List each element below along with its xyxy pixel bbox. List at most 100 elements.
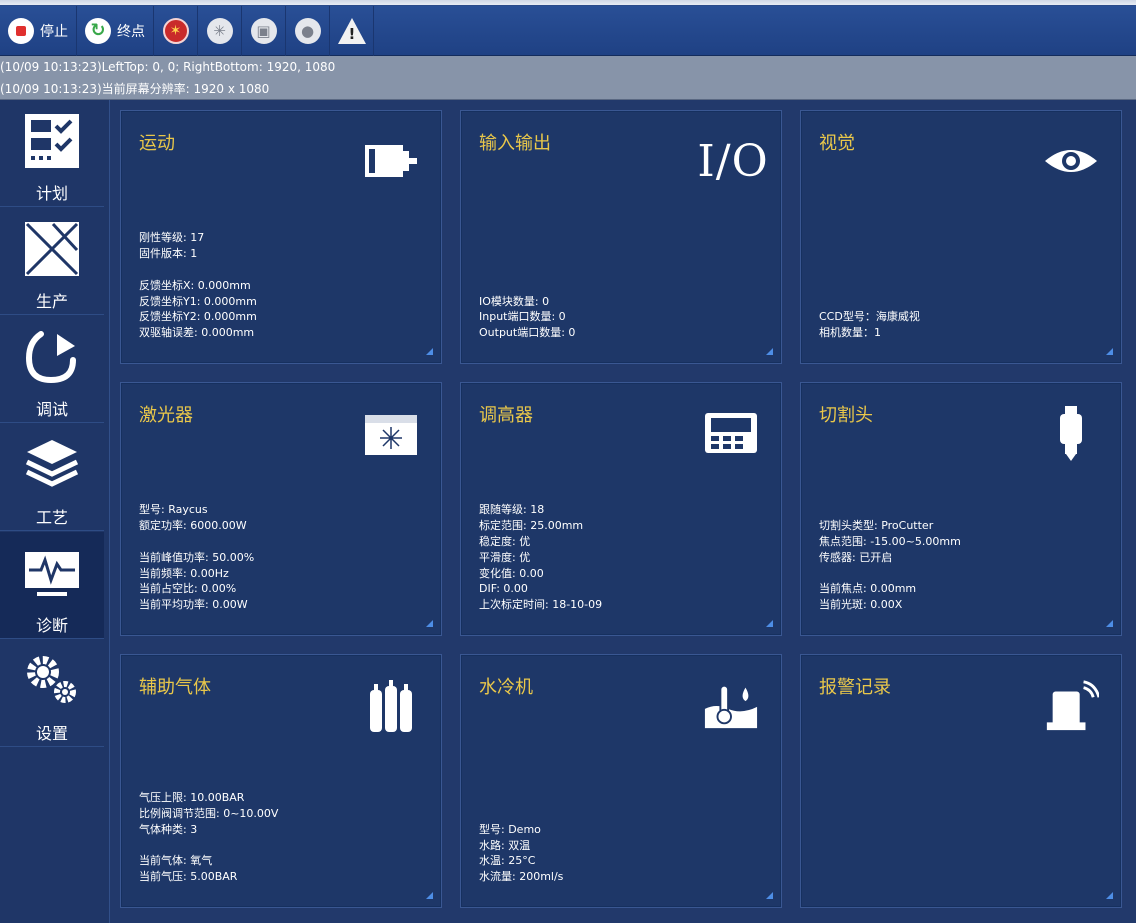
card-info: IO模块数量: 0 Input端口数量: 0 Output端口数量: 0 bbox=[479, 294, 575, 341]
info-line: 额定功率: 6000.00W bbox=[139, 519, 247, 533]
resize-corner-icon bbox=[766, 620, 773, 627]
info-line: 稳定度: 优 bbox=[479, 535, 531, 549]
info-line: 双驱轴误差: 0.000mm bbox=[139, 326, 255, 340]
info-line: 水路: 双温 bbox=[479, 838, 531, 852]
card-vision[interactable]: 视觉 CCD型号：海康威视 相机数量：1 bbox=[800, 110, 1122, 364]
gas-cylinders-icon bbox=[363, 677, 419, 733]
follow-icon: ● bbox=[294, 17, 321, 44]
info-line: Output端口数量: 0 bbox=[479, 326, 576, 340]
debug-arrow-icon bbox=[23, 328, 81, 386]
info-line: 水流量: 200ml/s bbox=[479, 870, 564, 884]
info-line: 传感器: 已开启 bbox=[819, 550, 893, 564]
laser-light-icon: ✳ bbox=[206, 17, 233, 44]
info-line: 气体种类: 3 bbox=[139, 822, 198, 836]
settings-gears-icon bbox=[23, 652, 81, 710]
info-line: DIF: 0.00 bbox=[479, 582, 528, 596]
log-panel: (10/09 10:13:23)LeftTop: 0, 0; RightBott… bbox=[0, 56, 1136, 100]
card-io[interactable]: 输入输出 I/O IO模块数量: 0 Input端口数量: 0 Output端口数量… bbox=[460, 110, 782, 364]
stop-icon bbox=[8, 17, 34, 44]
alarm-button[interactable]: ! bbox=[330, 5, 374, 56]
card-title: 调高器 bbox=[479, 405, 533, 426]
info-line: CCD型号：海康威视 bbox=[819, 310, 920, 324]
sidebar-item-diagnosis[interactable]: 诊断 bbox=[0, 532, 104, 639]
laser-source-icon bbox=[363, 405, 419, 461]
end-label: 终点 bbox=[117, 23, 145, 40]
sidebar-item-process[interactable]: 工艺 bbox=[0, 424, 104, 531]
info-line: 当前频率: 0.00Hz bbox=[139, 566, 229, 580]
sidebar-item-production[interactable]: 生产 bbox=[0, 208, 104, 315]
sidebar-item-debug[interactable]: 调试 bbox=[0, 316, 104, 423]
resize-corner-icon bbox=[766, 348, 773, 355]
gas-button[interactable]: ▣ bbox=[242, 5, 286, 56]
info-line: 反馈坐标Y1: 0.000mm bbox=[139, 294, 257, 308]
card-title: 输入输出 bbox=[479, 133, 551, 154]
info-line: 上次标定时间: 18-10-09 bbox=[479, 598, 603, 612]
sidebar-item-label: 工艺 bbox=[35, 508, 68, 527]
sidebar-item-label: 设置 bbox=[35, 724, 68, 743]
card-title: 运动 bbox=[139, 133, 175, 154]
card-info: 型号: Raycus 额定功率: 6000.00W 当前峰值功率: 50.00% 当前… bbox=[139, 502, 254, 613]
controller-panel-icon bbox=[703, 405, 759, 461]
sidebar-item-plan[interactable]: 计划 bbox=[0, 100, 104, 207]
sidebar-item-label: 诊断 bbox=[35, 616, 68, 635]
card-alarm-log[interactable]: 报警记录 bbox=[800, 654, 1122, 908]
info-line: 刚性等级: 17 bbox=[139, 231, 205, 245]
card-cutting-head[interactable]: 切割头 切割头类型: ProCutter 焦点范围: -15.00~5.00mm 传… bbox=[800, 382, 1122, 636]
laser-light-button[interactable]: ✳ bbox=[198, 5, 242, 56]
info-line: 平滑度: 优 bbox=[479, 550, 531, 564]
end-button[interactable]: ↻ 终点 bbox=[77, 5, 154, 56]
card-title: 激光器 bbox=[139, 405, 193, 426]
water-chiller-icon bbox=[703, 677, 759, 733]
resize-corner-icon bbox=[1106, 348, 1113, 355]
info-line: 气压上限: 10.00BAR bbox=[139, 791, 245, 805]
card-assist-gas[interactable]: 辅助气体 气压上限: 10.00BAR 比例阀调节范围: 0~10.00V 气体种类… bbox=[120, 654, 442, 908]
card-title: 切割头 bbox=[819, 405, 873, 426]
card-info: 型号: Demo 水路: 双温 水温: 25°C 水流量: 200ml/s bbox=[479, 822, 563, 885]
info-line: 变化值: 0.00 bbox=[479, 566, 544, 580]
process-layers-icon bbox=[23, 436, 81, 494]
info-line: 当前焦点: 0.00mm bbox=[819, 582, 917, 596]
sidebar-item-settings[interactable]: 设置 bbox=[0, 640, 104, 747]
card-title: 报警记录 bbox=[819, 677, 891, 698]
io-text-icon: I/O bbox=[697, 135, 769, 187]
app-root: 停止 ↻ 终点 ✶ ✳ ▣ ● ! (10/09 10:13:23)LeftTo… bbox=[0, 0, 1136, 923]
plan-checklist-icon bbox=[23, 112, 81, 170]
info-line: 比例阀调节范围: 0~10.00V bbox=[139, 807, 279, 821]
stop-label: 停止 bbox=[40, 23, 68, 40]
gas-icon: ▣ bbox=[250, 17, 277, 44]
sidebar-item-label: 调试 bbox=[35, 400, 68, 419]
diagnosis-monitor-icon bbox=[23, 544, 81, 602]
follow-button[interactable]: ● bbox=[286, 5, 330, 56]
info-line: 当前平均功率: 0.00W bbox=[139, 598, 248, 612]
card-height-controller[interactable]: 调高器 跟随等级: 18 标定范围: 25.00mm 稳定度: 优平滑度: 优变化值… bbox=[460, 382, 782, 636]
resize-corner-icon bbox=[426, 348, 433, 355]
card-info: 切割头类型: ProCutter 焦点范围: -15.00~5.00mm 传感器: … bbox=[819, 518, 961, 613]
resize-corner-icon bbox=[766, 892, 773, 899]
eye-icon bbox=[1043, 133, 1099, 189]
card-info: CCD型号：海康威视 相机数量：1 bbox=[819, 309, 920, 341]
production-sheet-icon bbox=[23, 220, 81, 278]
info-line: 当前光斑: 0.00X bbox=[819, 598, 903, 612]
card-title: 视觉 bbox=[819, 133, 855, 154]
info-line: 当前占空比: 0.00% bbox=[139, 582, 237, 596]
card-laser[interactable]: 激光器 型号: Raycus 额定功率: 6000.00W 当前峰值功率: 50.0… bbox=[120, 382, 442, 636]
card-chiller[interactable]: 水冷机 型号: Demo 水路: 双温 水温: 25°C 水流量: 200ml/s bbox=[460, 654, 782, 908]
stop-button[interactable]: 停止 bbox=[0, 5, 77, 56]
sidebar: 计划 生产 调试 工艺 诊断 设置 bbox=[0, 100, 110, 923]
info-line: 跟随等级: 18 bbox=[479, 503, 545, 517]
info-line: 反馈坐标X: 0.000mm bbox=[139, 278, 251, 292]
laser-off-button[interactable]: ✶ bbox=[154, 5, 198, 56]
info-line: 型号: Raycus bbox=[139, 503, 208, 517]
card-motion[interactable]: 运动 刚性等级: 17 固件版本: 1 反馈坐标X: 0.000mm 反馈坐标Y1: … bbox=[120, 110, 442, 364]
info-line: Input端口数量: 0 bbox=[479, 310, 566, 324]
info-line: 水温: 25°C bbox=[479, 854, 536, 868]
card-title: 辅助气体 bbox=[139, 677, 211, 698]
resize-corner-icon bbox=[426, 620, 433, 627]
log-line: (10/09 10:13:23)LeftTop: 0, 0; RightBott… bbox=[0, 60, 336, 74]
sidebar-item-label: 生产 bbox=[35, 292, 68, 311]
info-line: 当前峰值功率: 50.00% bbox=[139, 550, 255, 564]
resize-corner-icon bbox=[1106, 892, 1113, 899]
